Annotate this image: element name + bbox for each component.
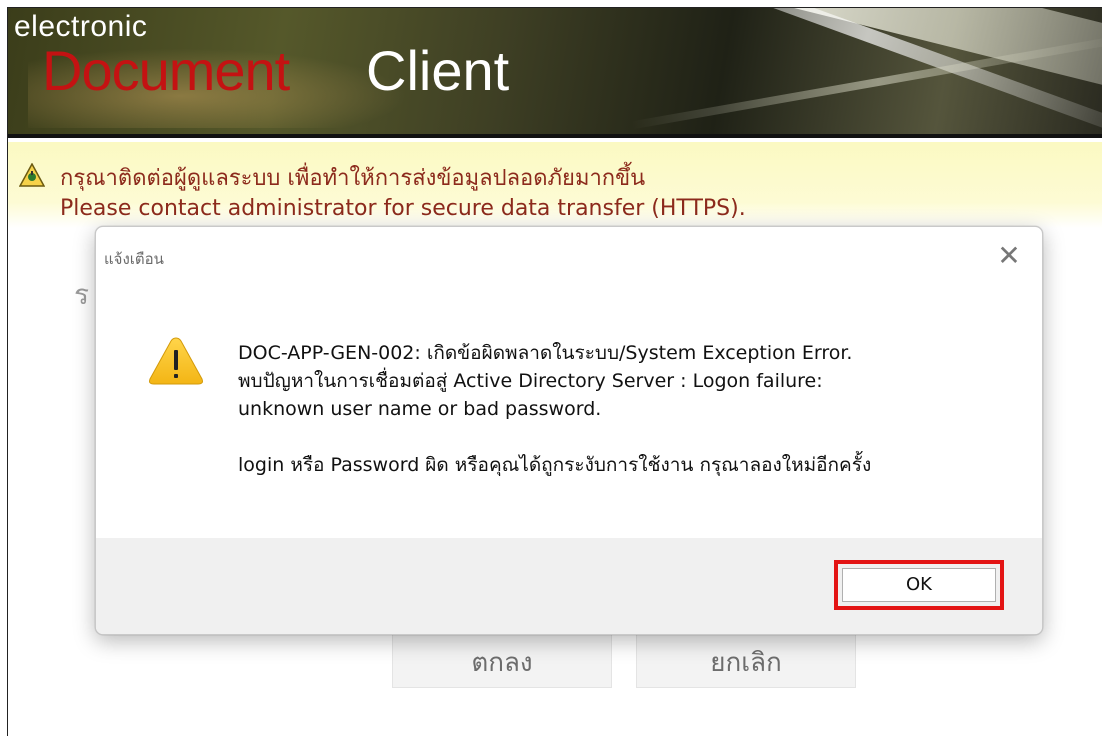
dialog-message-line: login หรือ Password ผิด หรือคุณได้ถูกระง…: [238, 454, 872, 476]
dialog-message-line: unknown user name or bad password.: [238, 398, 602, 420]
ok-button[interactable]: OK: [842, 568, 996, 602]
warning-triangle-icon: [19, 163, 45, 187]
app-banner: electronic Document Client: [8, 8, 1102, 138]
warning-icon: [149, 337, 203, 385]
dialog-message-line: พบปัญหาในการเชื่อมต่อสู่ Active Director…: [238, 370, 823, 392]
warning-text-english: Please contact administrator for secure …: [60, 196, 746, 221]
banner-divider: [8, 134, 1102, 138]
logo-client: Client: [366, 39, 510, 102]
dialog-message: DOC-APP-GEN-002: เกิดข้อผิดพลาดในระบบ/Sy…: [238, 339, 1018, 479]
dialog-title: แจ้งเตือน: [104, 250, 164, 268]
background-form-label: ร: [74, 278, 90, 311]
logo-document: Document: [42, 39, 290, 102]
alert-dialog: แจ้งเตือน ✕ DOC-APP-GEN-002: เกิดข้อผิดพ…: [95, 226, 1043, 635]
dialog-message-line: DOC-APP-GEN-002: เกิดข้อผิดพลาดในระบบ/Sy…: [238, 342, 853, 364]
close-icon[interactable]: ✕: [992, 239, 1026, 273]
banner-light-streak: [434, 8, 1102, 136]
warning-text-thai: กรุณาติดต่อผู้ดูแลระบบ เพื่อทำให้การส่งข…: [60, 166, 646, 191]
security-warning-bar: กรุณาติดต่อผู้ดูแลระบบ เพื่อทำให้การส่งข…: [8, 142, 1102, 228]
